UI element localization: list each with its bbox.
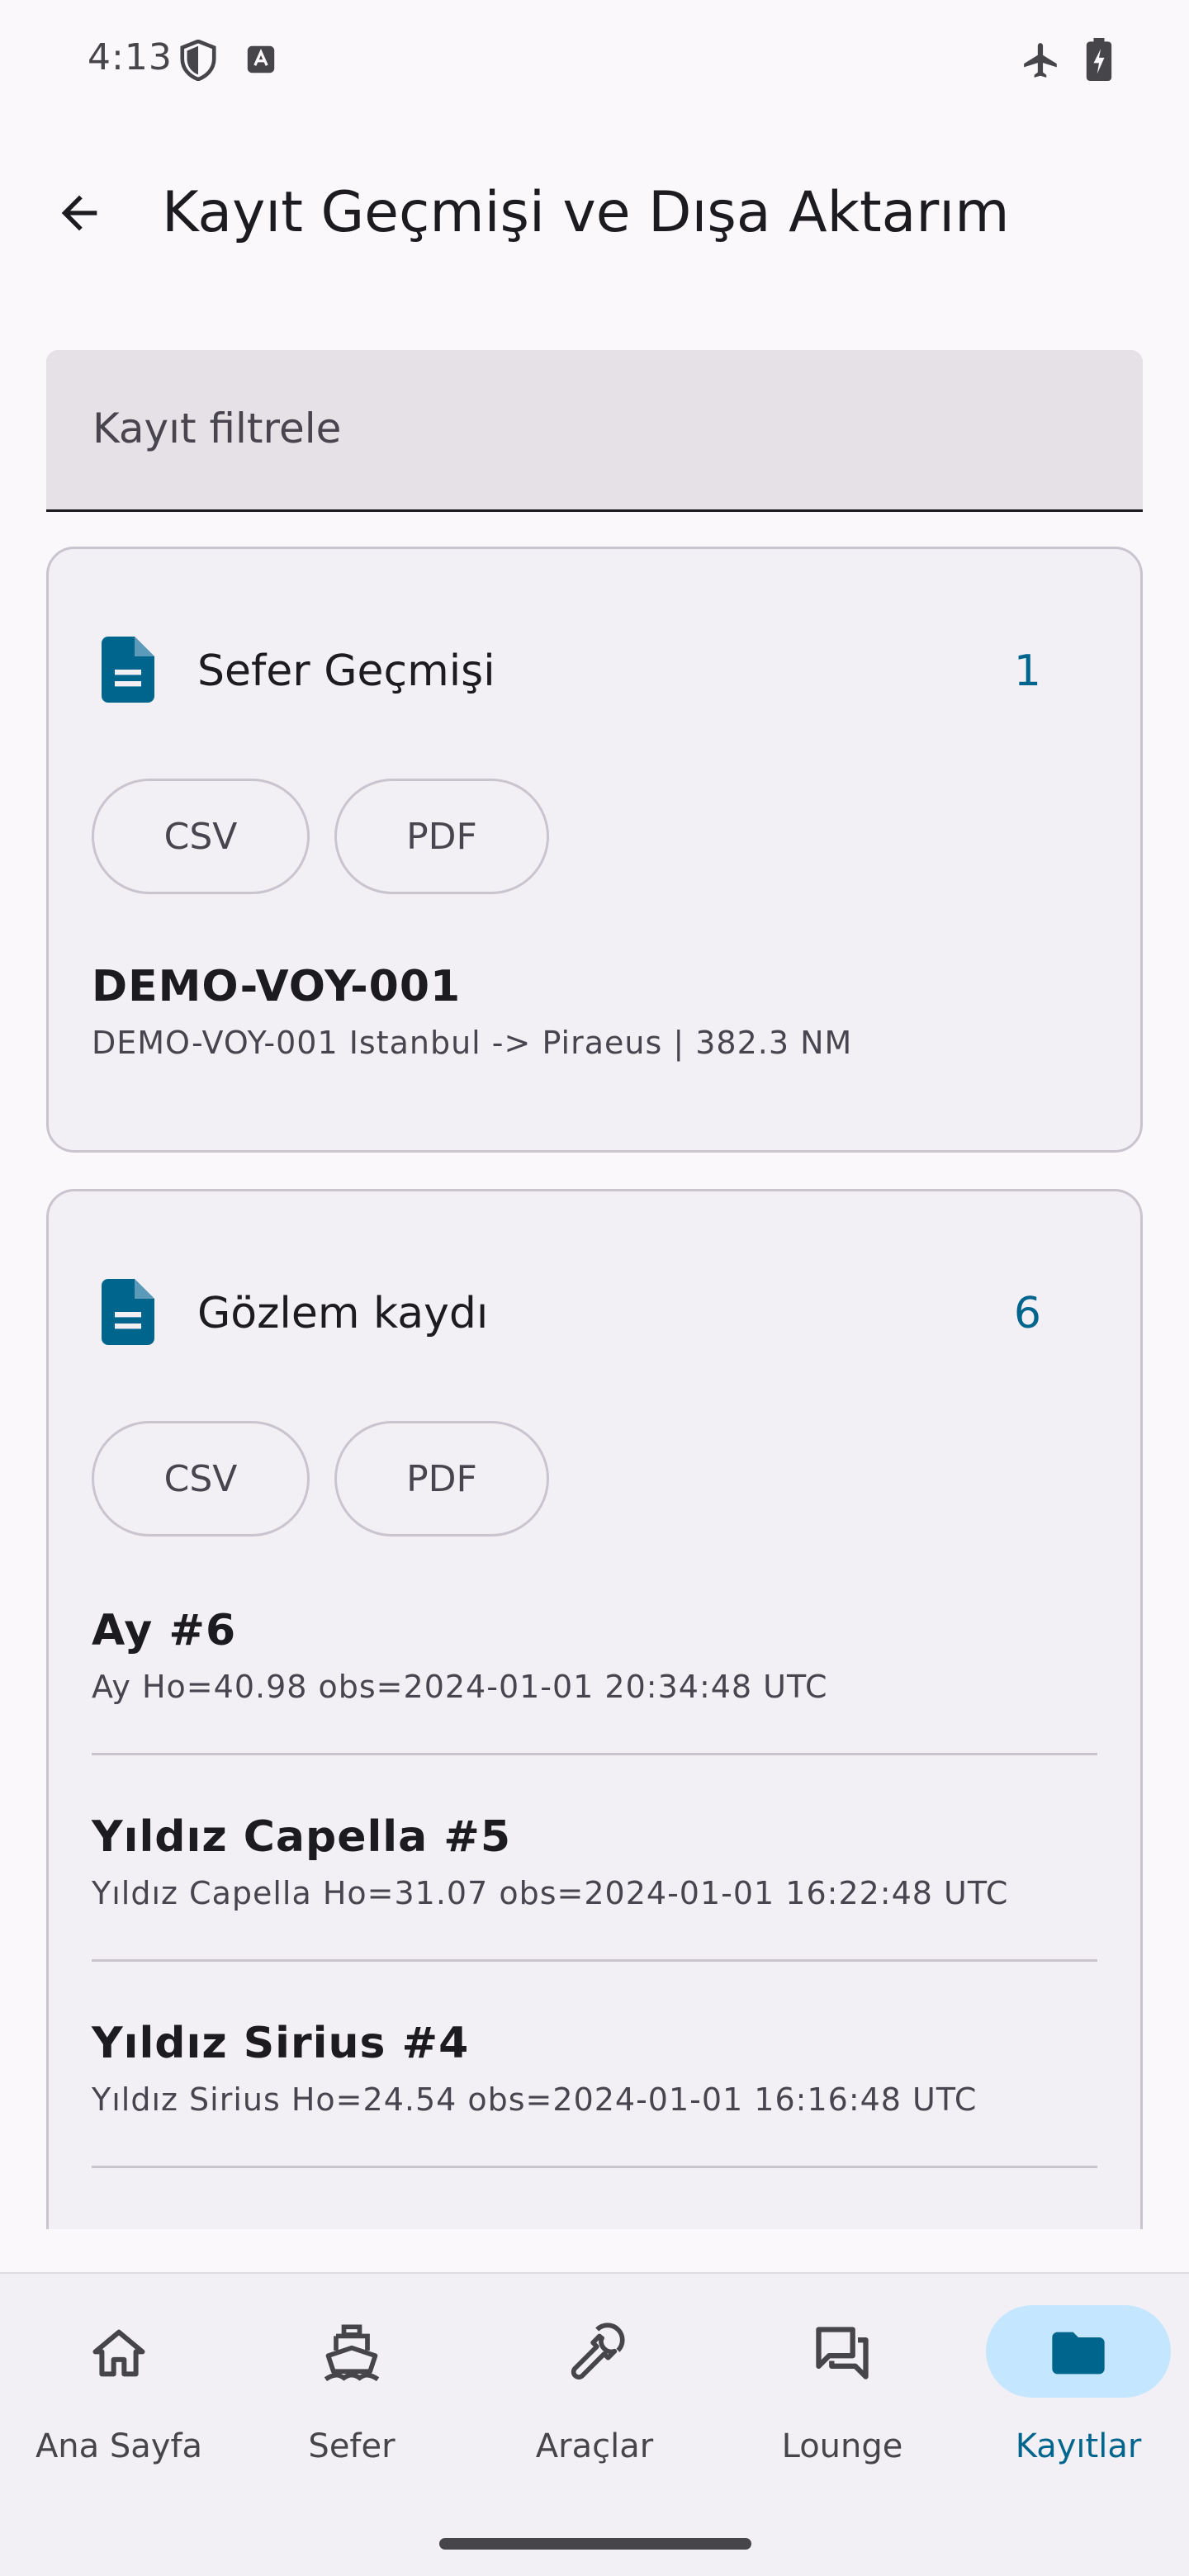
voyage-history-card: Sefer Geçmişi 1 CSV PDF DEMO-VOY-001 DEM… [46,547,1143,1153]
nav-item-tools[interactable]: Araçlar [476,2305,713,2479]
record-title: Ay #6 [92,1606,237,1655]
card-title: Gözlem kaydı [197,1289,489,1338]
status-time: 4:13 [88,36,173,78]
chat-bubbles-icon [816,2327,869,2379]
arrow-left-icon [61,195,97,231]
record-subtitle: Yıldız Sirius Ho=24.54 obs=2024-01-01 16… [92,2081,978,2118]
nav-item-lounge[interactable]: Lounge [723,2305,961,2479]
status-bar: 4:13 [0,0,1189,116]
export-pdf-button[interactable]: PDF [334,779,549,894]
keyboard-a-icon [247,45,275,73]
app-bar: Kayıt Geçmişi ve Dışa Aktarım [0,140,1189,281]
divider [92,1959,1097,1962]
wrench-icon [571,2323,625,2379]
list-item[interactable]: Ay #6 Ay Ho=40.98 obs=2024-01-01 20:34:4… [92,1606,1097,1705]
bottom-navigation: Ana Sayfa Sefer Araçlar Lounge Kayıtlar [0,2272,1189,2576]
export-csv-button[interactable]: CSV [92,779,310,894]
card-header: Sefer Geçmişi 1 [49,632,1140,714]
record-title: Yıldız Sirius #4 [92,2019,470,2068]
shield-icon [180,40,216,81]
list-item[interactable]: DEMO-VOY-001 DEMO-VOY-001 Istanbul -> Pi… [92,962,1097,1061]
record-subtitle: Ay Ho=40.98 obs=2024-01-01 20:34:48 UTC [92,1669,828,1705]
filter-field[interactable] [46,350,1143,512]
observation-log-card: Gözlem kaydı 6 CSV PDF Ay #6 Ay Ho=40.98… [46,1189,1143,2229]
card-header: Gözlem kaydı 6 [49,1274,1140,1357]
export-buttons: CSV PDF [92,779,549,894]
record-title: DEMO-VOY-001 [92,962,462,1011]
nav-label: Ana Sayfa [35,2427,203,2465]
nav-item-voyage[interactable]: Sefer [233,2305,471,2479]
record-subtitle: Yıldız Capella Ho=31.07 obs=2024-01-01 1… [92,1875,1009,1911]
list-item[interactable]: Yıldız Sirius #4 Yıldız Sirius Ho=24.54 … [92,2019,1097,2118]
ship-icon [324,2324,380,2382]
filter-input[interactable] [92,391,1083,466]
airplane-icon [1024,43,1057,78]
back-button[interactable] [40,173,119,253]
record-count: 6 [1013,1289,1041,1338]
divider [92,1753,1097,1755]
nav-item-home[interactable]: Ana Sayfa [0,2305,238,2479]
battery-charging-icon [1086,38,1112,81]
page-title: Kayıt Geçmişi ve Dışa Aktarım [162,180,1010,245]
document-icon [102,1279,154,1345]
nav-item-records[interactable]: Kayıtlar [959,2305,1189,2479]
export-pdf-button[interactable]: PDF [334,1421,549,1537]
list-item[interactable]: Yıldız Capella #5 Yıldız Capella Ho=31.0… [92,1812,1097,1911]
document-icon [102,637,154,703]
card-title: Sefer Geçmişi [197,646,495,696]
record-count: 1 [1013,646,1041,696]
record-title: Yıldız Capella #5 [92,1812,512,1862]
record-subtitle: DEMO-VOY-001 Istanbul -> Piraeus | 382.3… [92,1025,853,1061]
export-csv-button[interactable]: CSV [92,1421,310,1537]
nav-label: Sefer [308,2427,396,2465]
nav-label: Kayıtlar [1015,2427,1142,2465]
divider [92,2166,1097,2168]
nav-label: Araçlar [535,2427,654,2465]
folder-icon [1052,2332,1105,2375]
export-buttons: CSV PDF [92,1421,549,1537]
nav-label: Lounge [781,2427,903,2465]
home-icon [92,2329,145,2377]
home-indicator[interactable] [439,2538,751,2550]
screen: 4:13 Kayıt Geçmişi ve Dışa Aktarım Kayıt… [0,0,1189,2576]
